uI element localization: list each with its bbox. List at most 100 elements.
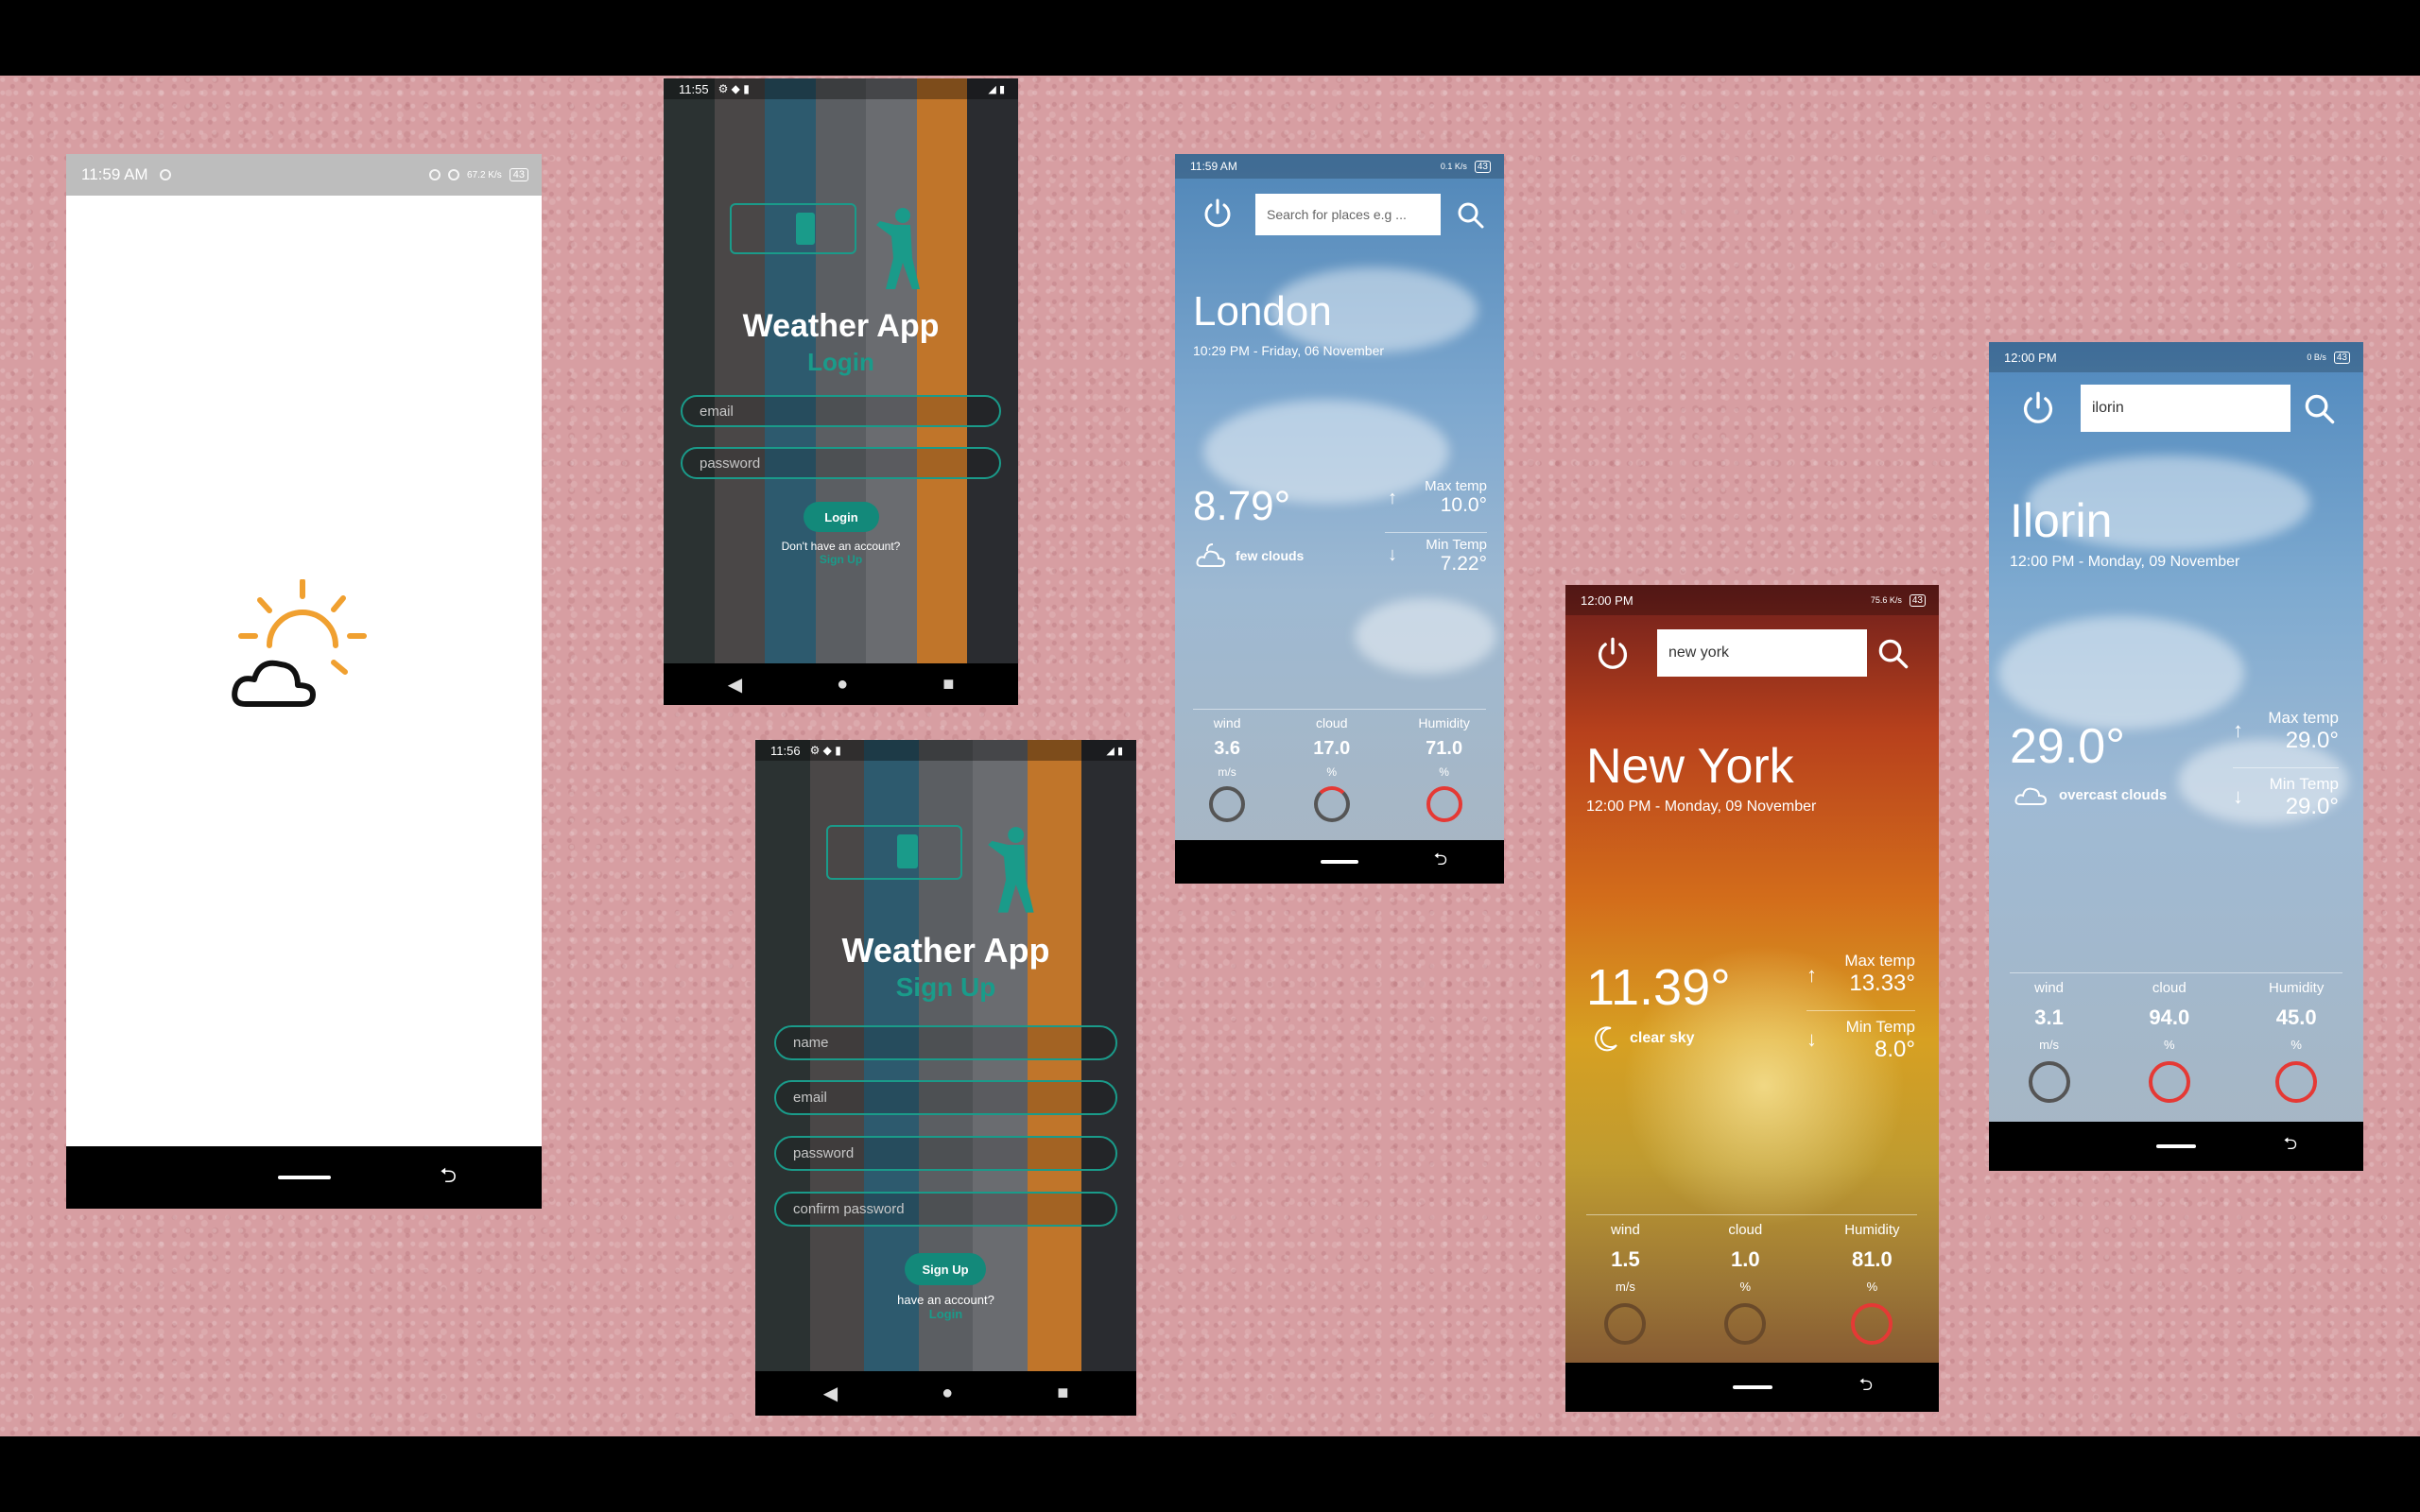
screen-title: Login	[807, 348, 874, 376]
stat-value: 81.0	[1851, 1247, 1893, 1271]
min-temp: Min Temp 7.22° ↓	[1388, 537, 1487, 576]
power-icon[interactable]	[1595, 636, 1631, 672]
stat-value: 1.5	[1611, 1247, 1640, 1271]
condition: few clouds	[1196, 541, 1304, 570]
status-time: 11:59 AM	[1190, 160, 1237, 173]
min-temp-value: 29.0°	[2285, 794, 2339, 819]
hotspot-icon	[448, 169, 460, 180]
logo-box	[826, 825, 962, 880]
settings-icon: ⚙ ◆ ▮	[717, 82, 750, 95]
arrow-up-icon: ↑	[2233, 718, 2243, 742]
name-field[interactable]: name	[774, 1025, 1117, 1060]
city-name: Ilorin	[2010, 494, 2113, 547]
person-icon	[988, 827, 1034, 913]
recents-icon[interactable]: ■	[942, 674, 954, 696]
home-pill[interactable]	[2156, 1144, 2196, 1148]
home-pill[interactable]	[1321, 860, 1358, 864]
sync-icon	[159, 169, 171, 180]
stat-value: 17.0	[1313, 738, 1351, 759]
max-temp: Max temp 10.0° ↑	[1388, 478, 1487, 517]
login-link[interactable]: Login	[755, 1307, 1136, 1321]
stats-row: wind 1.5 m/s cloud 1.0 % Humidity 81.0 %	[1565, 1222, 1939, 1345]
back-icon[interactable]: ◀	[728, 673, 742, 696]
confirm-password-field[interactable]: confirm password	[774, 1192, 1117, 1227]
max-temp-value: 10.0°	[1440, 494, 1487, 516]
stat-label: Humidity	[1844, 1222, 1900, 1238]
arrow-up-icon: ↑	[1388, 488, 1397, 508]
back-icon[interactable]: ⮌	[2284, 1132, 2297, 1160]
home-pill[interactable]	[1732, 1385, 1772, 1389]
status-bar: 11:55 ⚙ ◆ ▮ ◢ ▮	[664, 78, 1018, 99]
max-temp-label: Max temp	[2268, 709, 2339, 727]
app-title: Weather App	[841, 931, 1050, 970]
home-icon[interactable]: ●	[837, 674, 848, 696]
search-icon[interactable]	[1877, 638, 1910, 670]
login-prompt: have an account?	[897, 1293, 994, 1307]
signup-button[interactable]: Sign Up	[905, 1253, 986, 1285]
splash-screen: 11:59 AM 67.2 K/s 43 ⮌	[66, 154, 542, 1209]
status-bar: 11:59 AM 0.1 K/s 43	[1175, 154, 1504, 179]
password-field[interactable]: password	[681, 447, 1001, 479]
back-icon[interactable]: ⮌	[1434, 848, 1447, 876]
humidity-ring	[2275, 1061, 2318, 1103]
home-pill[interactable]	[277, 1176, 331, 1179]
app-title: Weather App	[742, 308, 940, 344]
condition-text: overcast clouds	[2059, 786, 2168, 803]
condition: clear sky	[1592, 1024, 1695, 1053]
weather-screen-london: 11:59 AM 0.1 K/s 43 Search for places e.…	[1175, 154, 1504, 884]
divider	[1193, 709, 1486, 710]
weather-screen-newyork: 12:00 PM 75.6 K/s 43 new york New York 1…	[1565, 585, 1939, 1412]
nav-bar: ◀ ● ■	[664, 663, 1018, 705]
search-input[interactable]: Search for places e.g ...	[1255, 194, 1441, 235]
min-temp-label: Min Temp	[2269, 775, 2339, 793]
status-time: 12:00 PM	[1581, 593, 1634, 608]
battery-icon: 43	[1474, 160, 1491, 173]
status-time: 12:00 PM	[2004, 350, 2057, 365]
stat-wind: wind 1.5 m/s	[1604, 1222, 1647, 1345]
nav-bar: ⮌	[1989, 1122, 2363, 1171]
stat-label: cloud	[1728, 1222, 1763, 1238]
status-bar: 12:00 PM 0 B/s 43	[1989, 342, 2363, 372]
max-temp: Max temp 13.33° ↑	[1806, 952, 1915, 997]
signal-icon: ◢ ▮	[988, 83, 1005, 95]
password-field[interactable]: password	[774, 1136, 1117, 1171]
search-input[interactable]: new york	[1657, 629, 1867, 677]
stat-label: wind	[1611, 1222, 1640, 1238]
alarm-icon	[429, 169, 441, 180]
settings-icon: ⚙ ◆ ▮	[809, 744, 841, 757]
network-speed: 0.1 K/s	[1440, 162, 1467, 171]
stat-label: Humidity	[2269, 980, 2325, 996]
screen-title: Sign Up	[895, 972, 996, 1002]
recents-icon[interactable]: ■	[1057, 1383, 1068, 1404]
search-input[interactable]: ilorin	[2081, 385, 2290, 432]
date-time: 10:29 PM - Friday, 06 November	[1193, 343, 1385, 358]
back-icon[interactable]: ◀	[823, 1382, 838, 1405]
stat-label: Humidity	[1418, 715, 1470, 730]
stat-value: 1.0	[1731, 1247, 1760, 1271]
cloud-ring	[1313, 786, 1350, 822]
stat-humidity: Humidity 81.0 %	[1844, 1222, 1900, 1345]
power-icon[interactable]	[1201, 198, 1234, 230]
stat-unit: m/s	[1218, 765, 1236, 779]
home-icon[interactable]: ●	[942, 1383, 953, 1404]
login-button[interactable]: Login	[804, 502, 879, 532]
stats-row: wind 3.6 m/s cloud 17.0 % Humidity 71.0 …	[1175, 715, 1504, 822]
nav-bar: ⮌	[1565, 1363, 1939, 1412]
moon-icon	[1595, 1026, 1617, 1052]
stat-value: 45.0	[2275, 1005, 2317, 1029]
search-icon[interactable]	[2304, 393, 2336, 425]
back-icon[interactable]: ⮌	[440, 1160, 457, 1195]
back-icon[interactable]: ⮌	[1859, 1373, 1873, 1401]
power-icon[interactable]	[2020, 390, 2056, 426]
signup-link[interactable]: Sign Up	[664, 553, 1018, 566]
signal-icon: ◢ ▮	[1106, 745, 1123, 757]
city-name: New York	[1586, 739, 1794, 794]
min-temp-label: Min Temp	[1845, 1018, 1915, 1036]
date-time: 12:00 PM - Monday, 09 November	[1586, 799, 1817, 815]
stat-unit: m/s	[1615, 1280, 1635, 1294]
email-field[interactable]: email	[681, 395, 1001, 427]
signup-screen: 11:56 ⚙ ◆ ▮ ◢ ▮ Weather App Sign Up name…	[755, 740, 1136, 1416]
search-icon[interactable]	[1457, 201, 1485, 230]
email-field[interactable]: email	[774, 1080, 1117, 1115]
divider	[2010, 972, 2342, 973]
